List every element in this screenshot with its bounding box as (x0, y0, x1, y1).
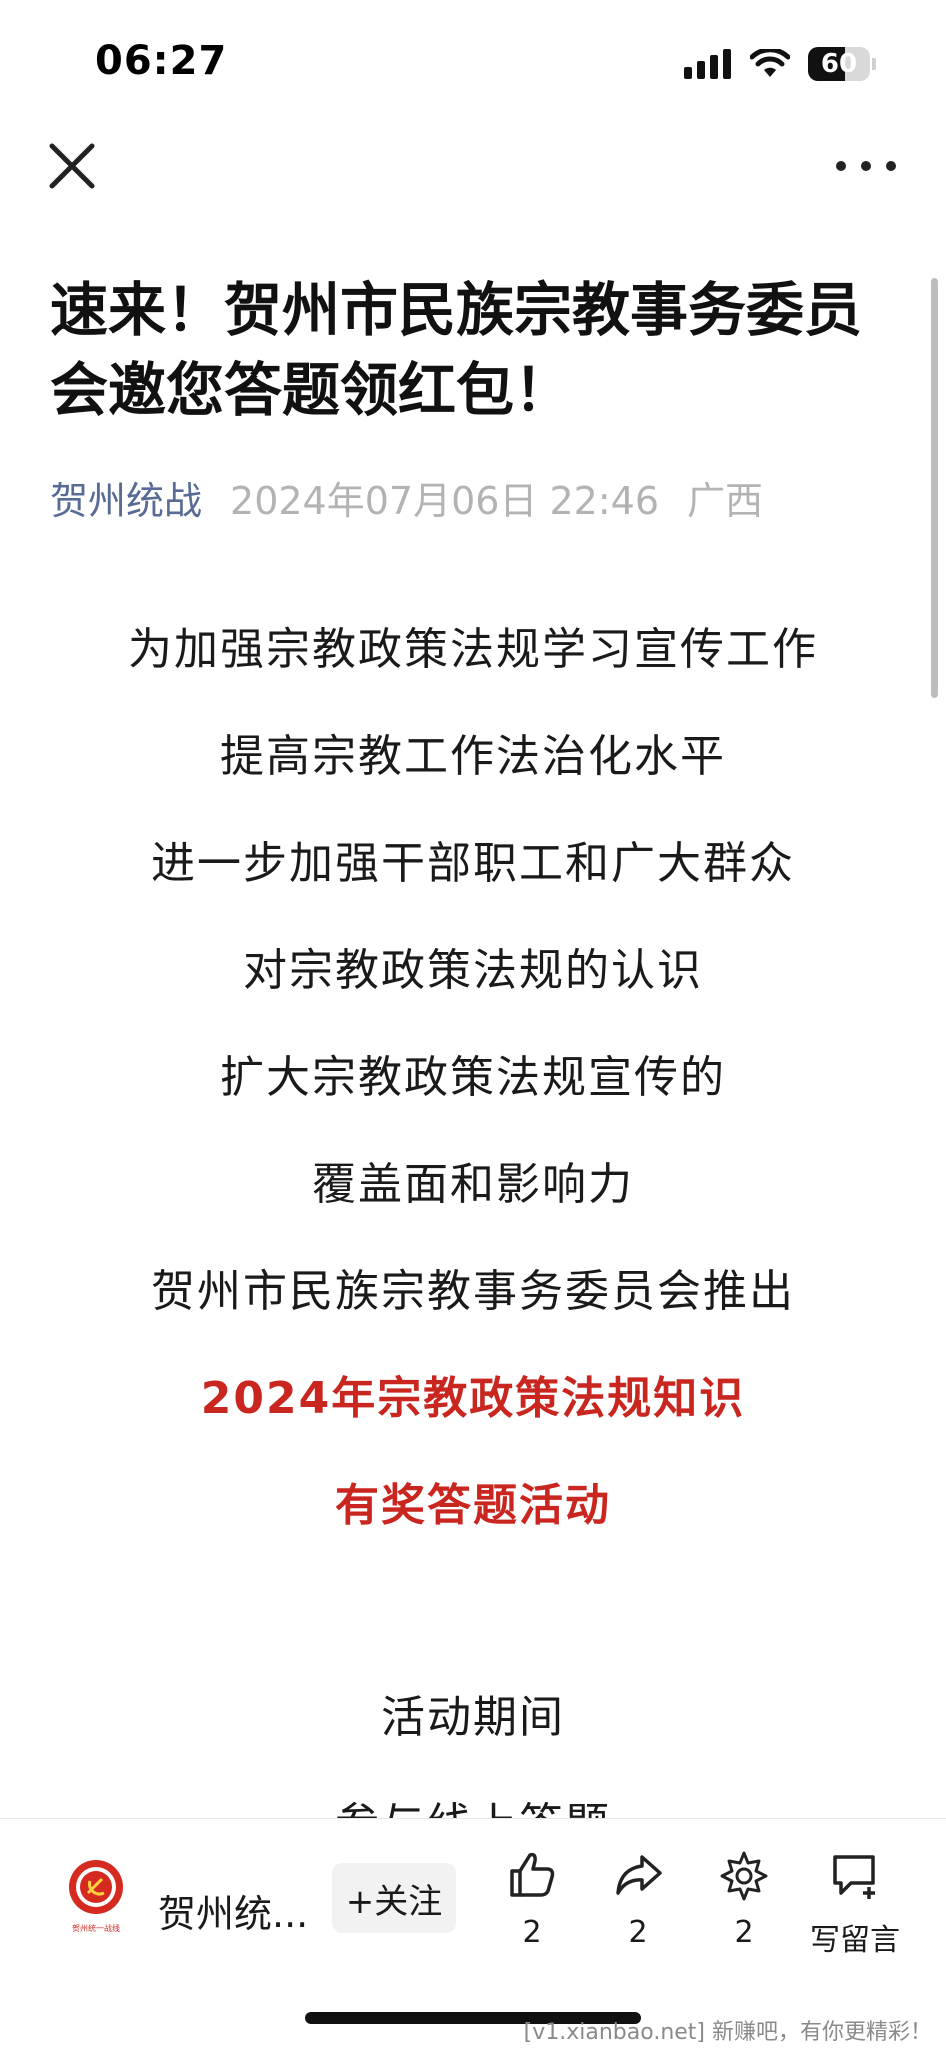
recommend-button[interactable]: 2 (694, 1849, 794, 1969)
section-heading: 活动期间 (381, 1692, 565, 1743)
comment-button[interactable]: 写留言 (800, 1849, 910, 1969)
battery-icon: 60 (808, 47, 870, 81)
comment-label: 写留言 (810, 1923, 900, 1958)
status-bar: 06:27 60 (0, 0, 946, 120)
body-paragraph: 对宗教政策法规的认识 (243, 945, 703, 996)
publish-region: 广西 (687, 479, 764, 523)
comment-icon (833, 1855, 875, 1899)
like-button[interactable]: 2 (482, 1849, 582, 1969)
body-paragraph: 扩大宗教政策法规宣传的 (220, 1052, 726, 1103)
body-paragraph: 覆盖面和影响力 (312, 1159, 634, 1210)
recommend-icon (720, 1851, 768, 1901)
body-paragraph: 贺州市民族宗教事务委员会推出 (151, 1266, 795, 1317)
bottom-action-bar: 贺州统一战线 贺州统... +关注 2 2 2 写留言 (0, 1818, 946, 2008)
highlight-paragraph: 有奖答题活动 (335, 1480, 611, 1531)
body-paragraph: 提高宗教工作法治化水平 (220, 731, 726, 782)
article-title: 速来！贺州市民族宗教事务委员会邀您答题领红包！ (50, 276, 863, 424)
share-icon (616, 1855, 662, 1895)
status-indicators: 60 (684, 44, 876, 84)
close-button[interactable] (46, 140, 98, 192)
recommend-count: 2 (734, 1915, 754, 1950)
watermark: [v1.xianbao.net] 新赚吧，有你更精彩！ (523, 2020, 932, 2045)
battery-level: 60 (820, 49, 858, 79)
cellular-signal-icon (684, 49, 731, 79)
more-icon (836, 161, 846, 171)
logo-text: 贺州统一战线 (72, 1923, 120, 1933)
status-time: 06:27 (95, 38, 228, 84)
thumbs-up-icon (510, 1852, 555, 1897)
follow-button[interactable]: +关注 (332, 1863, 456, 1933)
publish-date: 2024年07月06日 22:46 (230, 479, 660, 523)
wifi-icon (750, 49, 790, 77)
body-paragraph: 为加强宗教政策法规学习宣传工作 (128, 624, 818, 675)
close-icon (49, 143, 95, 189)
share-button[interactable]: 2 (588, 1849, 688, 1969)
share-count: 2 (628, 1915, 648, 1950)
body-paragraph: 进一步加强干部职工和广大群众 (151, 838, 795, 889)
more-options-button[interactable] (836, 150, 896, 182)
highlight-paragraph: 2024年宗教政策法规知识 (200, 1373, 746, 1424)
account-logo[interactable]: 贺州统一战线 (60, 1857, 132, 1937)
account-name[interactable]: 贺州统... (158, 1883, 308, 1938)
article-meta: 贺州统战 2024年07月06日 22:46 广西 (50, 470, 763, 525)
article-body: 为加强宗教政策法规学习宣传工作 提高宗教工作法治化水平 进一步加强干部职工和广大… (0, 620, 946, 1835)
like-count: 2 (522, 1915, 542, 1950)
account-link[interactable]: 贺州统战 (50, 470, 202, 525)
